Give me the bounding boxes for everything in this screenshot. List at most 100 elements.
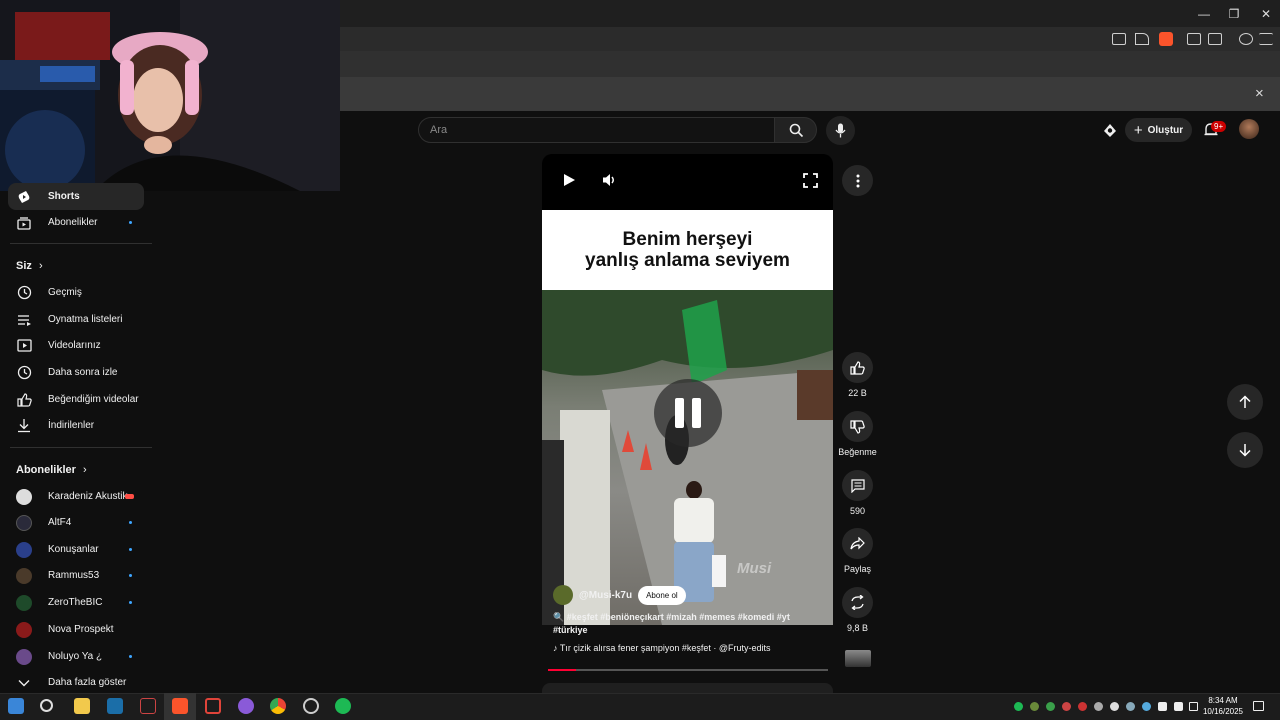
sidebar-item-your-videos[interactable]: Videolarınız: [0, 332, 152, 359]
sidebar-item-shorts[interactable]: Shorts: [8, 183, 144, 210]
tray-steam-icon[interactable]: [1094, 702, 1103, 711]
spotify-icon[interactable]: [335, 698, 351, 714]
subscription-item[interactable]: Nova Prospekt: [0, 616, 152, 643]
tray-mic-icon[interactable]: [1062, 702, 1071, 711]
notification-badge: 9+: [1211, 121, 1227, 132]
section-you-header[interactable]: Siz ›: [16, 260, 43, 272]
subscription-item[interactable]: Rammus53: [0, 562, 152, 589]
sidebar-divider: [10, 447, 152, 448]
remix-icon: [851, 595, 864, 610]
tray-app-icon[interactable]: [1030, 702, 1039, 711]
tray-volume-icon[interactable]: [1174, 702, 1183, 711]
sidebar-item-watch-later[interactable]: Daha sonra izle: [0, 359, 152, 386]
volume-button[interactable]: [600, 170, 620, 190]
sidebar-item-playlists[interactable]: Oynatma listeleri: [0, 306, 152, 333]
more-vert-icon: [856, 174, 859, 187]
previous-short-button[interactable]: [1227, 384, 1263, 420]
comments-button[interactable]: [842, 470, 873, 501]
cast-icon[interactable]: [1112, 33, 1126, 45]
subscription-item[interactable]: Noluyo Ya ¿: [0, 643, 152, 670]
minimize-button[interactable]: —: [1188, 0, 1220, 27]
infobar-close-icon[interactable]: ×: [1255, 85, 1264, 102]
subscribe-button[interactable]: Abone ol: [638, 585, 686, 605]
tray-spotify-icon[interactable]: [1014, 702, 1023, 711]
subscription-item[interactable]: ZeroTheBIC: [0, 589, 152, 616]
restore-button[interactable]: ❐: [1218, 0, 1250, 27]
subscription-item[interactable]: AltF4: [0, 509, 152, 536]
arrow-down-icon: [1239, 444, 1251, 457]
tray-nvidia-icon[interactable]: [1046, 702, 1055, 711]
extensions-icon[interactable]: [1187, 33, 1201, 45]
next-short-button[interactable]: [1227, 432, 1263, 468]
riot-icon[interactable]: [205, 698, 221, 714]
tray-app-icon[interactable]: [1110, 702, 1119, 711]
file-explorer-icon[interactable]: [74, 698, 90, 714]
sidebar-icon[interactable]: [1208, 33, 1222, 45]
channel-avatar: [16, 594, 32, 611]
sidebar-item-liked-videos[interactable]: Beğendiğim videolar: [0, 386, 152, 413]
short-tags[interactable]: 🔍 #keşfet #beniöneçıkart #mizah #memes #…: [553, 611, 813, 637]
start-icon[interactable]: [8, 698, 24, 714]
search-input[interactable]: Ara: [418, 117, 775, 143]
menu-icon[interactable]: [1259, 33, 1273, 45]
subscription-item[interactable]: Karadeniz Akustik: [0, 483, 152, 510]
tray-record-icon[interactable]: [1078, 702, 1087, 711]
voice-search-button[interactable]: [826, 116, 855, 145]
watch-later-icon: [16, 365, 32, 381]
valorant-icon[interactable]: [140, 698, 156, 714]
audio-thumbnail[interactable]: [845, 650, 871, 667]
play-button[interactable]: [559, 170, 579, 190]
tray-microphone-icon[interactable]: [1158, 702, 1167, 711]
sidebar-divider: [10, 243, 152, 244]
share-icon[interactable]: [1135, 33, 1149, 45]
comment-icon: [850, 478, 865, 493]
create-button[interactable]: + Oluştur: [1125, 118, 1192, 142]
obs-icon[interactable]: [303, 698, 319, 714]
tray-app-icon[interactable]: [1126, 702, 1135, 711]
notification-center-icon[interactable]: [1253, 701, 1264, 711]
dislike-button[interactable]: [842, 411, 873, 442]
sidebar-item-downloads[interactable]: İndirilenler: [0, 412, 152, 439]
chrome-icon[interactable]: [270, 698, 286, 714]
channel-avatar[interactable]: [553, 585, 573, 605]
brave-icon[interactable]: [172, 698, 188, 714]
account-avatar[interactable]: [1239, 119, 1259, 139]
pause-icon: [675, 398, 684, 428]
music-line[interactable]: ♪ Tır çizik alırsa fener şampiyon #keşfe…: [553, 643, 771, 653]
taskbar-search-icon[interactable]: [40, 699, 53, 712]
your-videos-icon: [16, 338, 32, 354]
more-options-button[interactable]: [842, 165, 873, 196]
plus-icon: +: [1133, 121, 1143, 139]
subscription-item[interactable]: Konuşanlar: [0, 536, 152, 563]
channel-handle[interactable]: @Musi-k7u: [579, 590, 632, 601]
sidebar-item-history[interactable]: Geçmiş: [0, 279, 152, 306]
like-button[interactable]: [842, 352, 873, 383]
new-content-dot: [129, 521, 132, 524]
steam-icon[interactable]: [107, 698, 123, 714]
new-content-dot: [129, 221, 132, 224]
remix-button[interactable]: [842, 587, 873, 618]
downloads-icon: [16, 418, 32, 434]
section-subscriptions-header[interactable]: Abonelikler ›: [16, 464, 87, 476]
brave-shield-icon[interactable]: [1159, 32, 1173, 46]
cast-video-icon[interactable]: [1102, 122, 1118, 138]
channel-avatar: [16, 621, 32, 638]
media-icon[interactable]: [1239, 33, 1253, 45]
search-button[interactable]: [774, 117, 817, 143]
show-more-button[interactable]: Daha fazla göster: [0, 669, 152, 696]
discord-icon[interactable]: [238, 698, 254, 714]
window-close-button[interactable]: ✕: [1250, 0, 1280, 27]
tray-network-icon[interactable]: [1189, 702, 1198, 711]
channel-avatar: [16, 567, 32, 584]
webcam-overlay: [0, 0, 340, 191]
comment-count: 590: [849, 506, 866, 516]
chevron-right-icon: ›: [82, 464, 87, 476]
share-button[interactable]: [842, 528, 873, 559]
video-frame[interactable]: [542, 290, 833, 625]
pause-overlay[interactable]: [654, 379, 722, 447]
progress-bar[interactable]: [548, 669, 828, 671]
fullscreen-button[interactable]: [800, 170, 820, 190]
sidebar-item-subscriptions[interactable]: Abonelikler: [0, 209, 152, 236]
taskbar-clock[interactable]: 8:34 AM 10/16/2025: [1198, 695, 1248, 717]
tray-app-icon[interactable]: [1142, 702, 1151, 711]
